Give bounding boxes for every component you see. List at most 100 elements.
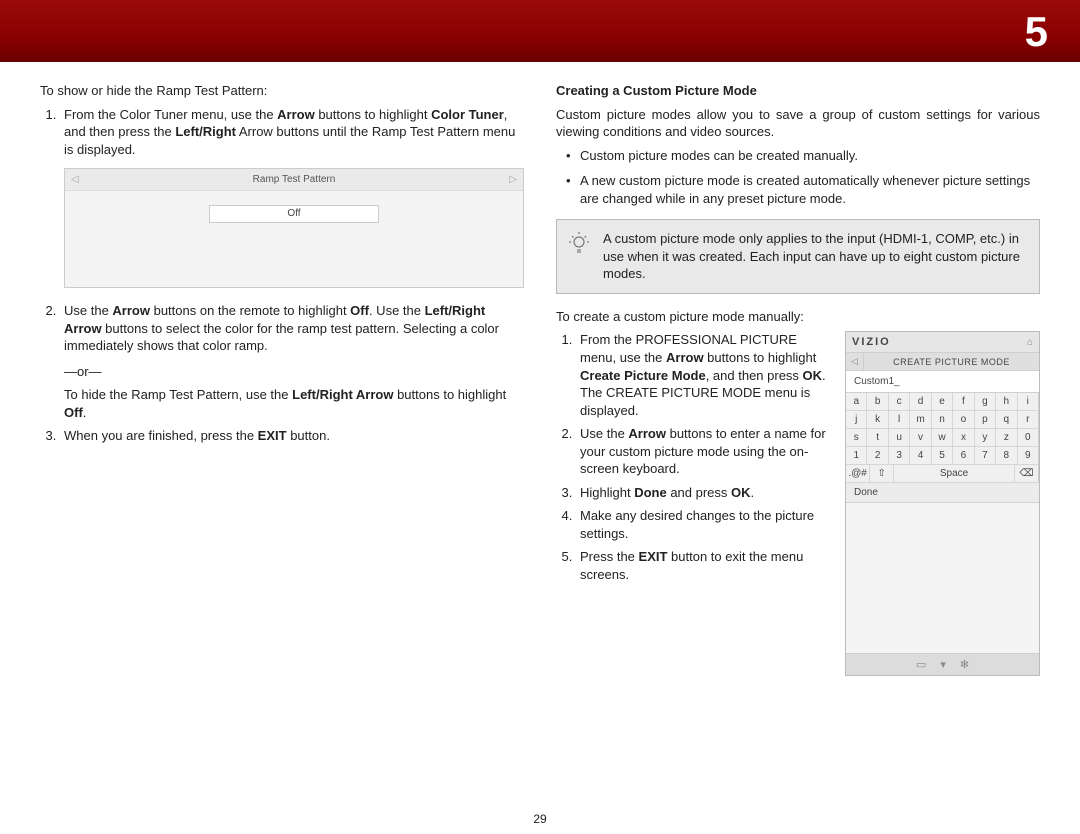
ramp-title: Ramp Test Pattern: [79, 173, 510, 187]
key-5: 5: [932, 447, 953, 465]
bullet-1: Custom picture modes can be created manu…: [580, 147, 1040, 165]
bold-ok: OK: [731, 485, 751, 500]
bold-done: Done: [634, 485, 667, 500]
bold-arrow: Arrow: [277, 107, 315, 122]
key-c: c: [889, 393, 910, 411]
right-step-1: From the PROFESSIONAL PICTURE menu, use …: [576, 331, 831, 419]
key-e: e: [932, 393, 953, 411]
text: , and then press: [706, 368, 803, 383]
key-8: 8: [996, 447, 1017, 465]
home-icon: ⌂: [1027, 337, 1033, 348]
key-i: i: [1018, 393, 1039, 411]
key-9: 9: [1018, 447, 1039, 465]
chevron-left-icon: ◁: [71, 173, 79, 187]
key-f: f: [953, 393, 974, 411]
osd-footer: ▭ ▾ ✻: [846, 653, 1039, 675]
key-6: 6: [953, 447, 974, 465]
key-y: y: [975, 429, 996, 447]
text: .: [83, 405, 87, 420]
key-t: t: [867, 429, 888, 447]
text: Highlight: [580, 485, 634, 500]
key-z: z: [996, 429, 1017, 447]
key-j: j: [846, 411, 867, 429]
text: From the Color Tuner menu, use the: [64, 107, 277, 122]
key-d: d: [910, 393, 931, 411]
key-a: a: [846, 393, 867, 411]
left-step-3: When you are finished, press the EXIT bu…: [60, 427, 524, 445]
page-body: To show or hide the Ramp Test Pattern: F…: [40, 82, 1040, 804]
key-g: g: [975, 393, 996, 411]
bold-cpm: Create Picture Mode: [580, 368, 706, 383]
key-m: m: [910, 411, 931, 429]
key-n: n: [932, 411, 953, 429]
bold-arrow: Arrow: [666, 350, 704, 365]
tip-callout: A custom picture mode only applies to th…: [556, 219, 1040, 294]
footer-icon-3: ✻: [960, 658, 969, 671]
text: buttons on the remote to highlight: [150, 303, 350, 318]
chapter-banner: 5: [0, 0, 1080, 62]
bold-lrarrow: Left/Right Arrow: [292, 387, 393, 402]
text: To hide the Ramp Test Pattern, use the: [64, 387, 292, 402]
bold-arrow: Arrow: [112, 303, 150, 318]
bold-off: Off: [64, 405, 83, 420]
key-7: 7: [975, 447, 996, 465]
left-step-2-alt: To hide the Ramp Test Pattern, use the L…: [64, 386, 524, 421]
key-4: 4: [910, 447, 931, 465]
key-q: q: [996, 411, 1017, 429]
right-step-5: Press the EXIT button to exit the menu s…: [576, 548, 831, 583]
osd-empty-area: [846, 503, 1039, 653]
left-step-1: From the Color Tuner menu, use the Arrow…: [60, 106, 524, 289]
page-number: 29: [533, 812, 546, 826]
key-b: b: [867, 393, 888, 411]
osd-keyboard: abcdefghijklmnopqrstuvwxyz0123456789: [846, 393, 1039, 465]
osd-header: VIZIO ⌂: [846, 332, 1039, 353]
ramp-value: Off: [209, 205, 379, 223]
text: buttons to select the color for the ramp…: [64, 321, 499, 354]
osd-done-row: Done: [846, 483, 1039, 503]
osd-keyboard-row-bottom: .@# ⇧ Space ⌫: [846, 465, 1039, 483]
bold-exit: EXIT: [258, 428, 287, 443]
chevron-right-icon: ▷: [509, 173, 517, 187]
footer-icon-1: ▭: [916, 658, 926, 671]
key-0: 0: [1018, 429, 1039, 447]
right-step-2: Use the Arrow buttons to enter a name fo…: [576, 425, 831, 478]
key-symbols: .@#: [846, 465, 870, 483]
right-intro2: To create a custom picture mode manually…: [556, 308, 1040, 326]
key-s: s: [846, 429, 867, 447]
right-step-4: Make any desired changes to the picture …: [576, 507, 831, 542]
left-intro: To show or hide the Ramp Test Pattern:: [40, 82, 524, 100]
text: Use the: [580, 426, 628, 441]
key-1: 1: [846, 447, 867, 465]
key-o: o: [953, 411, 974, 429]
osd-mockup: VIZIO ⌂ ◁ CREATE PICTURE MODE Custom1_ a…: [845, 331, 1040, 676]
key-2: 2: [867, 447, 888, 465]
right-column: Creating a Custom Picture Mode Custom pi…: [556, 82, 1040, 804]
key-l: l: [889, 411, 910, 429]
bold-exit: EXIT: [639, 549, 668, 564]
key-x: x: [953, 429, 974, 447]
bold-off: Off: [350, 303, 369, 318]
left-column: To show or hide the Ramp Test Pattern: F…: [40, 82, 524, 804]
chevron-left-icon: ◁: [846, 353, 864, 370]
text: and press: [667, 485, 731, 500]
key-shift: ⇧: [870, 465, 894, 483]
osd-name-input: Custom1_: [846, 371, 1039, 393]
bold-ok: OK: [803, 368, 823, 383]
bold-colortuner: Color Tuner: [431, 107, 504, 122]
left-step-2: Use the Arrow buttons on the remote to h…: [60, 302, 524, 421]
text: . Use the: [369, 303, 425, 318]
key-v: v: [910, 429, 931, 447]
chapter-number: 5: [1025, 8, 1048, 56]
tip-text: A custom picture mode only applies to th…: [603, 231, 1020, 281]
right-step-3: Highlight Done and press OK.: [576, 484, 831, 502]
osd-breadcrumb: ◁ CREATE PICTURE MODE: [846, 353, 1039, 371]
lightbulb-icon: [567, 232, 591, 256]
ramp-test-panel: ◁ Ramp Test Pattern ▷ Off: [64, 168, 524, 288]
key-backspace: ⌫: [1015, 465, 1039, 483]
text: buttons to highlight: [393, 387, 506, 402]
key-space: Space: [894, 465, 1015, 483]
osd-menu-title: CREATE PICTURE MODE: [864, 354, 1039, 370]
or-divider: —or—: [64, 363, 524, 381]
text: Press the: [580, 549, 639, 564]
footer-icon-2: ▾: [940, 658, 946, 671]
